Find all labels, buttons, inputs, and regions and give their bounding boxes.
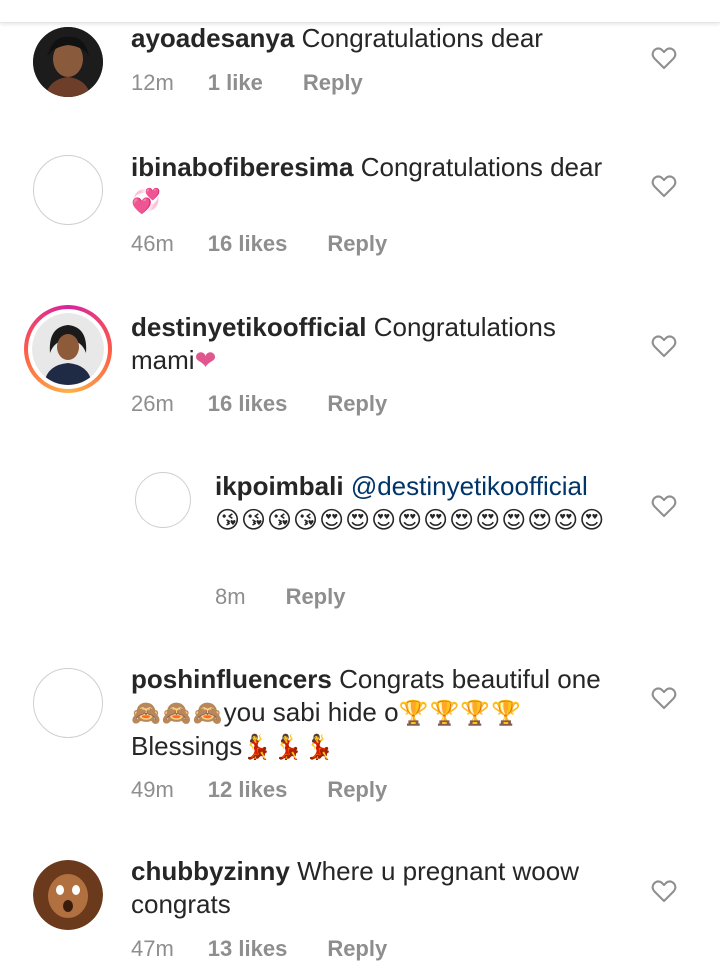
comment-time: 12m xyxy=(131,70,174,95)
comment-meta: 26m 16 likes Reply xyxy=(131,391,387,417)
comment-body: Blessings xyxy=(131,731,243,761)
comment-text: chubbyzinny Where u pregnant woow congra… xyxy=(131,855,611,921)
comment-likes[interactable]: 13 likes xyxy=(208,936,288,962)
heart-outline-icon[interactable] xyxy=(651,334,677,358)
reply-button[interactable]: Reply xyxy=(327,936,387,962)
avatar xyxy=(32,313,104,385)
reply-item: ikpoimbali @destinyetikoofficial 😘😘😘😘😍😍😍… xyxy=(0,450,720,640)
avatar[interactable] xyxy=(33,27,103,97)
comment-text: poshinfluencers Congrats beautiful one 🙈… xyxy=(131,663,631,764)
comment-username[interactable]: ayoadesanya xyxy=(131,23,294,53)
comment-text: ibinabofiberesima Congratulations dear 💞 xyxy=(131,151,631,218)
reply-button[interactable]: Reply xyxy=(327,231,387,257)
comment-item: poshinfluencers Congrats beautiful one 🙈… xyxy=(0,640,720,830)
avatar[interactable] xyxy=(33,860,103,930)
comment-emojis: 😘😘😘😘😍😍😍😍😍😍😍😍😍😍😍 xyxy=(215,507,606,534)
comment-meta: 12m 1 like Reply xyxy=(131,70,363,96)
comment-time: 46m xyxy=(131,231,174,256)
comment-likes[interactable]: 12 likes xyxy=(208,777,288,803)
comment-meta: 46m 16 likes Reply xyxy=(131,231,387,257)
comment-item: ibinabofiberesima Congratulations dear 💞… xyxy=(0,130,720,290)
reply-button[interactable]: Reply xyxy=(327,391,387,417)
comment-username[interactable]: chubbyzinny xyxy=(131,856,290,886)
mention-link[interactable]: @destinyetikoofficial xyxy=(351,471,588,501)
heart-outline-icon[interactable] xyxy=(651,46,677,70)
avatar[interactable] xyxy=(33,155,103,225)
comment-time: 49m xyxy=(131,777,174,802)
story-ring[interactable] xyxy=(24,305,112,393)
comment-time: 26m xyxy=(131,391,174,416)
heart-outline-icon[interactable] xyxy=(651,879,677,903)
comment-likes[interactable]: 16 likes xyxy=(208,231,288,257)
comment-time: 8m xyxy=(215,584,246,609)
comment-username[interactable]: destinyetikoofficial xyxy=(131,312,367,342)
comment-likes[interactable]: 16 likes xyxy=(208,391,288,417)
heart-emoji: ❤ xyxy=(194,345,217,375)
comment-meta: 8m Reply xyxy=(215,584,345,610)
heart-outline-icon[interactable] xyxy=(651,174,677,198)
comment-time: 47m xyxy=(131,936,174,961)
comment-username[interactable]: ibinabofiberesima xyxy=(131,152,354,182)
comment-emojis: 💞 xyxy=(131,188,162,215)
comment-username[interactable]: poshinfluencers xyxy=(131,664,332,694)
heart-outline-icon[interactable] xyxy=(651,686,677,710)
comment-emojis: 🏆🏆🏆🏆 xyxy=(398,700,523,727)
comment-item: destinyetikoofficial Congratulations mam… xyxy=(0,290,720,450)
heart-outline-icon[interactable] xyxy=(651,494,677,518)
comment-text: destinyetikoofficial Congratulations mam… xyxy=(131,311,601,377)
comment-emojis: 🙈🙈🙈 xyxy=(131,700,224,727)
comment-meta: 47m 13 likes Reply xyxy=(131,936,387,962)
comment-text: ikpoimbali @destinyetikoofficial 😘😘😘😘😍😍😍… xyxy=(215,470,625,538)
avatar[interactable] xyxy=(33,668,103,738)
reply-button[interactable]: Reply xyxy=(303,70,363,96)
comment-text: ayoadesanya Congratulations dear xyxy=(131,22,631,55)
comment-body: Congrats beautiful one xyxy=(339,664,601,694)
comment-body: Congratulations dear xyxy=(301,23,543,53)
comment-username[interactable]: ikpoimbali xyxy=(215,471,344,501)
comment-likes[interactable]: 1 like xyxy=(208,70,263,96)
reply-button[interactable]: Reply xyxy=(286,584,346,610)
reply-button[interactable]: Reply xyxy=(327,777,387,803)
comment-item: chubbyzinny Where u pregnant woow congra… xyxy=(0,830,720,978)
comment-emojis: 💃💃💃 xyxy=(242,734,335,761)
comment-body: you sabi hide o xyxy=(223,697,399,727)
comment-item: ayoadesanya Congratulations dear 12m 1 li… xyxy=(0,0,720,130)
comment-body: Congratulations dear xyxy=(360,152,603,182)
avatar[interactable] xyxy=(135,472,191,528)
comment-meta: 49m 12 likes Reply xyxy=(131,777,387,803)
